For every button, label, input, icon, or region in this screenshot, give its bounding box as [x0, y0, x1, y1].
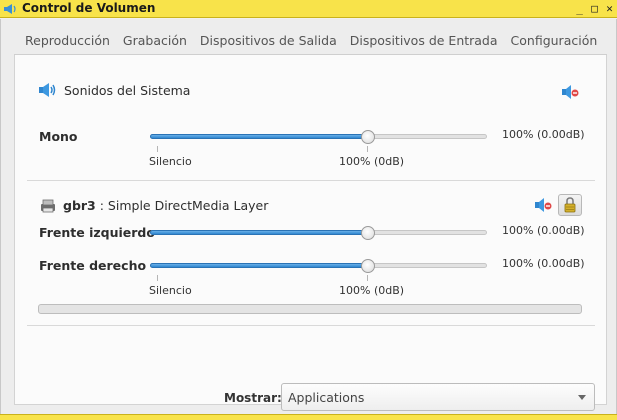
tab-bar: Reproducción Grabación Dispositivos de S…	[25, 33, 597, 53]
tick-silence	[157, 275, 158, 281]
close-button[interactable]: ✕	[603, 2, 616, 15]
show-label: Mostrar:	[224, 391, 282, 405]
tick-label-silence: Silencio	[149, 284, 192, 297]
title-bar: Control de Volumen _ □ ✕	[0, 0, 617, 18]
slider-knob[interactable]	[361, 226, 375, 240]
window-title: Control de Volumen	[22, 1, 156, 15]
tab-input-devices[interactable]: Dispositivos de Entrada	[350, 33, 498, 53]
speaker-mute-icon[interactable]	[561, 84, 579, 100]
tab-playback[interactable]: Reproducción	[25, 33, 110, 53]
show-select-value: Applications	[288, 390, 365, 405]
volume-slider-front-right[interactable]	[150, 259, 487, 273]
system-sounds-header: Sonidos del Sistema	[38, 82, 190, 98]
window-body: Reproducción Grabación Dispositivos de S…	[0, 19, 617, 414]
playback-panel: Sonidos del Sistema Mono 100% (0.00dB) S…	[14, 55, 607, 411]
tick-full	[367, 275, 368, 281]
minimize-button[interactable]: _	[573, 2, 586, 15]
stream-description: : Simple DirectMedia Layer	[95, 198, 269, 213]
tab-configuration[interactable]: Configuración	[511, 33, 598, 53]
volume-value-mono: 100% (0.00dB)	[502, 128, 585, 141]
stream-app-name: gbr3	[63, 198, 96, 213]
lock-channels-button[interactable]	[558, 194, 582, 216]
channel-label-front-right: Frente derecho	[39, 258, 147, 273]
tick-label-full: 100% (0dB)	[339, 155, 405, 168]
tick-silence	[157, 146, 158, 152]
channel-label-mono: Mono	[39, 129, 78, 144]
chevron-down-icon	[578, 395, 586, 400]
maximize-button[interactable]: □	[588, 2, 601, 15]
section-divider	[27, 325, 595, 326]
section-divider	[27, 180, 595, 181]
tick-label-full: 100% (0dB)	[339, 284, 405, 297]
tick-label-silence: Silencio	[149, 155, 192, 168]
lock-channels-icon	[564, 197, 576, 213]
speaker-mute-icon[interactable]	[534, 197, 552, 213]
volume-value-front-left: 100% (0.00dB)	[502, 224, 585, 237]
bottom-border	[0, 414, 617, 420]
speaker-icon	[39, 83, 56, 97]
slider-knob[interactable]	[361, 130, 375, 144]
tab-output-devices[interactable]: Dispositivos de Salida	[200, 33, 337, 53]
slider-knob[interactable]	[361, 259, 375, 273]
volume-value-front-right: 100% (0.00dB)	[502, 257, 585, 270]
peak-level-meter	[38, 304, 582, 314]
tab-recording[interactable]: Grabación	[123, 33, 187, 53]
stream-header: gbr3 : Simple DirectMedia Layer	[39, 198, 268, 213]
app-speaker-icon	[4, 4, 16, 14]
tick-full	[367, 146, 368, 152]
printer-icon	[41, 199, 55, 212]
channel-label-front-left: Frente izquierdo	[39, 225, 155, 240]
system-sounds-title: Sonidos del Sistema	[64, 82, 191, 98]
volume-slider-mono[interactable]	[150, 130, 487, 144]
show-select[interactable]: Applications	[281, 383, 595, 411]
volume-slider-front-left[interactable]	[150, 226, 487, 240]
